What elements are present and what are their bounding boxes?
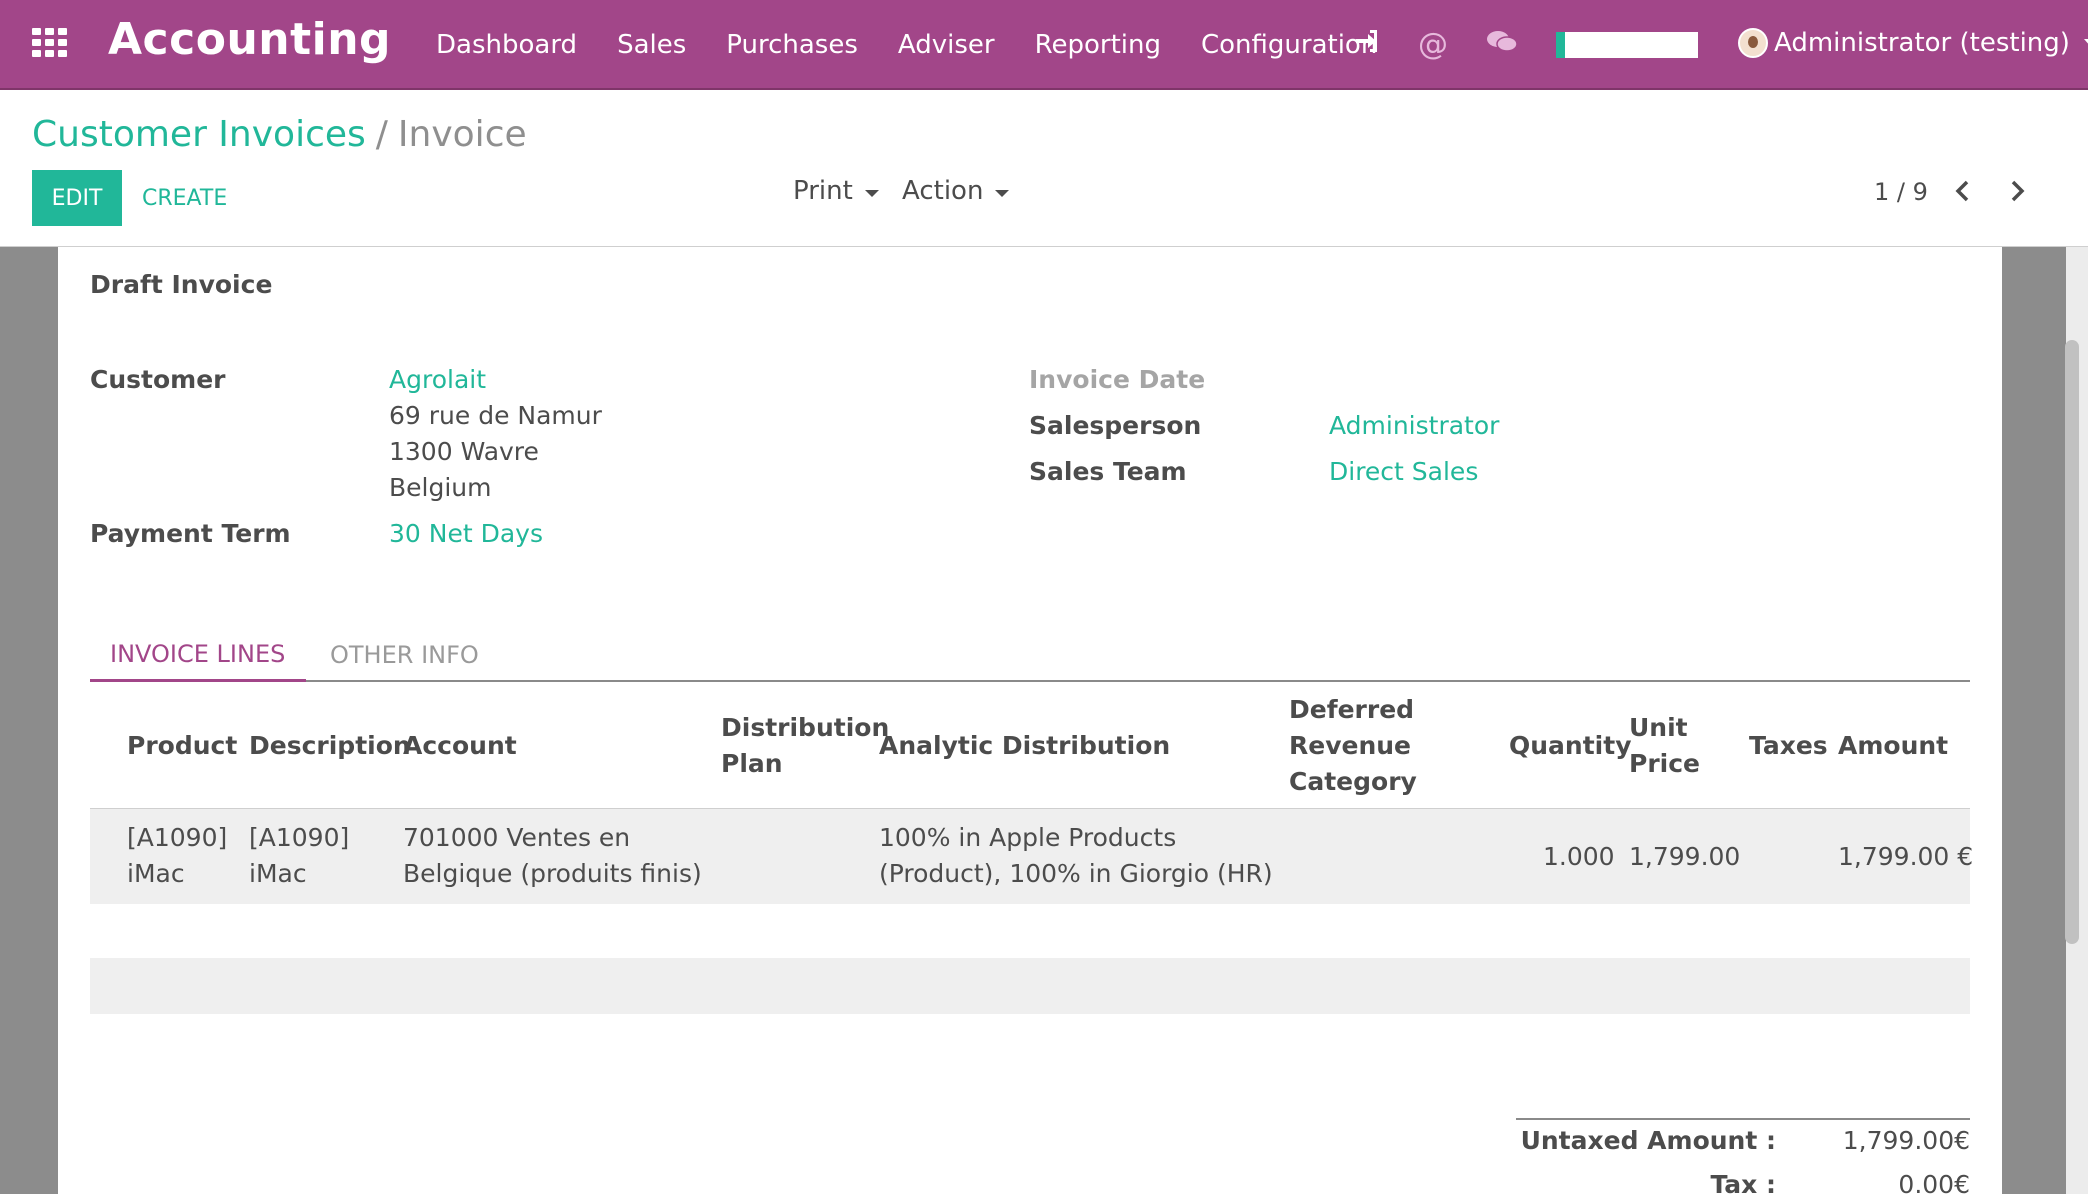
header-text: Price — [1629, 749, 1700, 778]
edit-button[interactable]: EDIT — [32, 170, 122, 226]
apps-grid-icon[interactable] — [32, 28, 68, 57]
column-header-quantity[interactable]: Quantity — [1509, 728, 1632, 764]
control-panel: Customer Invoices / Invoice EDIT CREATE Pr… — [0, 90, 2088, 247]
pager-next-button[interactable] — [2002, 174, 2032, 208]
chevron-down-icon — [864, 189, 879, 197]
column-header-unit-price[interactable]: Unit Price — [1629, 710, 1700, 782]
chevron-down-icon — [2083, 39, 2088, 47]
cell-description: [A1090] iMac — [249, 820, 349, 892]
invoice-status: Draft Invoice — [90, 270, 273, 299]
untaxed-amount-value: 1,799.00€ — [1842, 1126, 1970, 1155]
at-icon[interactable]: @ — [1418, 28, 1448, 62]
column-header-account[interactable]: Account — [403, 728, 517, 764]
app-title: Accounting — [108, 14, 392, 65]
cell-amount: 1,799.00 € — [1838, 842, 1974, 871]
breadcrumb-current: Invoice — [397, 114, 527, 155]
breadcrumb: Customer Invoices / Invoice — [32, 114, 527, 155]
cell-account: 701000 Ventes en Belgique (produits fini… — [403, 820, 702, 892]
menu-purchases[interactable]: Purchases — [726, 30, 858, 60]
cell-product: [A1090] iMac — [127, 820, 227, 892]
chevron-right-icon — [2011, 180, 2025, 202]
cell-text: 701000 Ventes en — [403, 823, 631, 852]
print-dropdown[interactable]: Print — [793, 176, 879, 206]
customer-address-line: 1300 Wavre — [389, 437, 539, 466]
salesperson-link[interactable]: Administrator — [1329, 411, 1499, 440]
header-text: Revenue — [1289, 731, 1412, 760]
user-name: Administrator (testing) — [1774, 28, 2070, 58]
menu-adviser[interactable]: Adviser — [898, 30, 995, 60]
payment-term-link[interactable]: 30 Net Days — [389, 519, 543, 548]
cell-text: 100% in Apple Products — [879, 823, 1177, 852]
chat-icon[interactable] — [1486, 28, 1518, 64]
tab-other-info[interactable]: OTHER INFO — [310, 628, 499, 682]
cell-quantity: 1.000 — [1543, 842, 1615, 871]
menu-reporting[interactable]: Reporting — [1035, 30, 1161, 60]
cell-text: [A1090] — [249, 823, 350, 852]
cell-analytic-distribution: 100% in Apple Products (Product), 100% i… — [879, 820, 1273, 892]
sign-in-icon[interactable] — [1354, 28, 1380, 62]
column-header-distribution-plan[interactable]: Distribution Plan — [721, 710, 889, 782]
tax-value: 0.00€ — [1898, 1170, 1970, 1194]
sales-team-link[interactable]: Direct Sales — [1329, 457, 1478, 486]
chevron-down-icon — [995, 189, 1010, 197]
salesperson-label: Salesperson — [1029, 411, 1202, 440]
column-header-product[interactable]: Product — [127, 728, 237, 764]
print-label: Print — [793, 176, 853, 206]
customer-label: Customer — [90, 365, 226, 394]
column-header-deferred-revenue-category[interactable]: Deferred Revenue Category — [1289, 692, 1417, 800]
payment-term-label: Payment Term — [90, 519, 291, 548]
notebook-tabs: INVOICE LINES OTHER INFO — [90, 628, 1970, 682]
header-text: Category — [1289, 767, 1417, 796]
header-text: Unit — [1629, 713, 1688, 742]
scrollbar-thumb[interactable] — [2065, 340, 2079, 944]
customer-address-line: Belgium — [389, 473, 492, 502]
create-button[interactable]: CREATE — [142, 170, 227, 226]
user-menu[interactable]: Administrator (testing) — [1738, 28, 2088, 58]
top-navbar: Accounting Dashboard Sales Purchases Adv… — [0, 0, 2088, 90]
avatar — [1738, 28, 1768, 58]
cell-unit-price: 1,799.00 — [1629, 842, 1741, 871]
cell-text: Belgique (produits finis) — [403, 859, 702, 888]
menu-dashboard[interactable]: Dashboard — [436, 30, 577, 60]
pager-value[interactable]: 1 / 9 — [1874, 178, 1928, 206]
column-header-description[interactable]: Description — [249, 728, 411, 764]
menu-sales[interactable]: Sales — [617, 30, 686, 60]
header-text: Plan — [721, 749, 783, 778]
invoice-date-label: Invoice Date — [1029, 365, 1206, 394]
progress-indicator — [1556, 32, 1698, 58]
totals-divider — [1516, 1118, 1970, 1120]
column-header-taxes[interactable]: Taxes — [1749, 728, 1828, 764]
action-label: Action — [902, 176, 984, 206]
cell-text: iMac — [127, 859, 185, 888]
customer-link[interactable]: Agrolait — [389, 365, 486, 394]
pager-previous-button[interactable] — [1948, 174, 1978, 208]
cell-text: iMac — [249, 859, 307, 888]
breadcrumb-customer-invoices[interactable]: Customer Invoices — [32, 114, 366, 155]
customer-address-line: 69 rue de Namur — [389, 401, 602, 430]
header-text: Distribution — [721, 713, 890, 742]
menu-configuration[interactable]: Configuration — [1201, 30, 1377, 60]
tab-invoice-lines[interactable]: INVOICE LINES — [90, 628, 306, 682]
untaxed-amount-label: Untaxed Amount : — [1520, 1126, 1776, 1155]
action-dropdown[interactable]: Action — [902, 176, 1010, 206]
cell-text: [A1090] — [127, 823, 228, 852]
chevron-left-icon — [1955, 180, 1969, 202]
column-header-analytic-distribution[interactable]: Analytic Distribution — [879, 728, 1170, 764]
cell-text: (Product), 100% in Giorgio (HR) — [879, 859, 1273, 888]
tax-label: Tax : — [1710, 1170, 1776, 1194]
header-text: Deferred — [1289, 695, 1415, 724]
column-header-amount[interactable]: Amount — [1838, 728, 1948, 764]
sales-team-label: Sales Team — [1029, 457, 1187, 486]
main-menu: Dashboard Sales Purchases Adviser Report… — [420, 0, 1417, 90]
add-line-row[interactable] — [90, 958, 1970, 1014]
breadcrumb-separator: / — [375, 114, 388, 155]
